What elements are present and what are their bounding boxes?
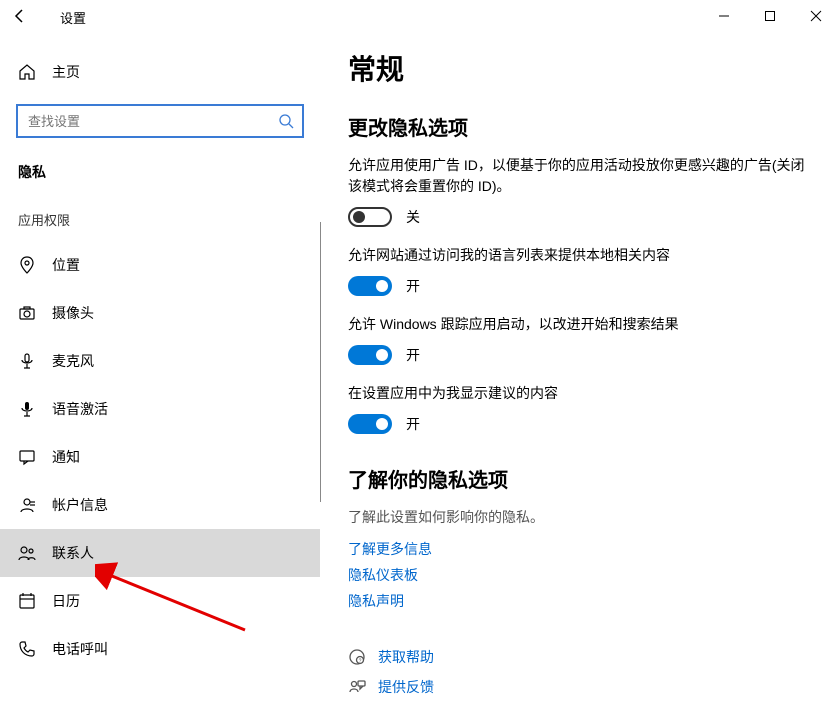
nav-item-label: 摄像头 (52, 303, 94, 323)
nav-item-label: 通知 (52, 447, 80, 467)
calendar-icon (18, 592, 38, 610)
nav-item-label: 日历 (52, 591, 80, 611)
give-feedback-link[interactable]: 提供反馈 (348, 677, 811, 697)
nav-item-label: 帐户信息 (52, 495, 108, 515)
location-icon (18, 256, 38, 274)
camera-icon (18, 304, 38, 322)
website-language-description: 允许网站通过访问我的语言列表来提供本地相关内容 (348, 245, 811, 266)
get-help-link[interactable]: ? 获取帮助 (348, 647, 811, 667)
sidebar-item-phone-calls[interactable]: 电话呼叫 (0, 625, 320, 673)
nav-item-label: 电话呼叫 (52, 639, 108, 659)
titlebar: 设置 (0, 0, 839, 32)
track-app-launches-toggle-row: 开 (348, 345, 811, 365)
toggle-state-label: 开 (406, 345, 420, 365)
home-label: 主页 (52, 62, 80, 82)
back-button[interactable] (0, 0, 40, 32)
home-button[interactable]: 主页 (0, 52, 320, 92)
main-layout: 主页 隐私 应用权限 位置 摄像头 麦克风 (0, 32, 839, 711)
maximize-icon (764, 10, 776, 22)
page-title: 常规 (348, 48, 811, 88)
app-permissions-label: 应用权限 (0, 210, 320, 229)
microphone-icon (18, 352, 38, 370)
minimize-button[interactable] (701, 0, 747, 32)
home-icon (18, 63, 38, 81)
feedback-icon (348, 678, 378, 696)
close-button[interactable] (793, 0, 839, 32)
contacts-icon (18, 544, 38, 562)
toggle-state-label: 开 (406, 414, 420, 434)
suggested-content-toggle[interactable] (348, 414, 392, 434)
sidebar-item-account-info[interactable]: 帐户信息 (0, 481, 320, 529)
content-panel: 常规 更改隐私选项 允许应用使用广告 ID，以便基于你的应用活动投放你更感兴趣的… (320, 32, 839, 711)
search-icon (278, 113, 294, 129)
advertising-id-toggle[interactable] (348, 207, 392, 227)
sidebar: 主页 隐私 应用权限 位置 摄像头 麦克风 (0, 32, 320, 711)
phone-icon (18, 640, 38, 658)
toggle-state-label: 开 (406, 276, 420, 296)
privacy-dashboard-link[interactable]: 隐私仪表板 (348, 565, 811, 585)
sidebar-item-camera[interactable]: 摄像头 (0, 289, 320, 337)
window-controls (701, 0, 839, 32)
change-privacy-options-heading: 更改隐私选项 (348, 112, 811, 141)
svg-text:?: ? (359, 659, 362, 665)
maximize-button[interactable] (747, 0, 793, 32)
window-title: 设置 (60, 8, 86, 27)
notifications-icon (18, 448, 38, 466)
privacy-category-label: 隐私 (0, 162, 320, 182)
advertising-id-toggle-row: 关 (348, 207, 811, 227)
sidebar-item-microphone[interactable]: 麦克风 (0, 337, 320, 385)
track-app-launches-toggle[interactable] (348, 345, 392, 365)
sidebar-item-contacts[interactable]: 联系人 (0, 529, 320, 577)
search-box[interactable] (16, 104, 304, 138)
nav-item-label: 联系人 (52, 543, 94, 563)
sidebar-item-voice-activation[interactable]: 语音激活 (0, 385, 320, 433)
website-language-toggle-row: 开 (348, 276, 811, 296)
know-privacy-options-heading: 了解你的隐私选项 (348, 464, 811, 493)
get-help-label: 获取帮助 (378, 647, 434, 667)
give-feedback-label: 提供反馈 (378, 677, 434, 697)
suggested-content-description: 在设置应用中为我显示建议的内容 (348, 383, 811, 404)
website-language-toggle[interactable] (348, 276, 392, 296)
sidebar-item-calendar[interactable]: 日历 (0, 577, 320, 625)
track-app-launches-description: 允许 Windows 跟踪应用启动，以改进开始和搜索结果 (348, 314, 811, 335)
sidebar-item-location[interactable]: 位置 (0, 241, 320, 289)
toggle-state-label: 关 (406, 207, 420, 227)
close-icon (810, 10, 822, 22)
sidebar-item-notifications[interactable]: 通知 (0, 433, 320, 481)
search-input[interactable] (26, 113, 278, 130)
account-info-icon (18, 496, 38, 514)
minimize-icon (718, 10, 730, 22)
voice-activation-icon (18, 400, 38, 418)
know-privacy-options-description: 了解此设置如何影响你的隐私。 (348, 507, 811, 527)
suggested-content-toggle-row: 开 (348, 414, 811, 434)
advertising-id-description: 允许应用使用广告 ID，以便基于你的应用活动投放你更感兴趣的广告(关闭该模式将会… (348, 155, 811, 197)
privacy-statement-link[interactable]: 隐私声明 (348, 591, 811, 611)
scrollbar-indicator[interactable] (320, 222, 321, 502)
nav-item-label: 位置 (52, 255, 80, 275)
help-icon: ? (348, 648, 378, 666)
nav-item-label: 麦克风 (52, 351, 94, 371)
nav-item-label: 语音激活 (52, 399, 108, 419)
back-arrow-icon (12, 8, 28, 24)
learn-more-link[interactable]: 了解更多信息 (348, 539, 811, 559)
